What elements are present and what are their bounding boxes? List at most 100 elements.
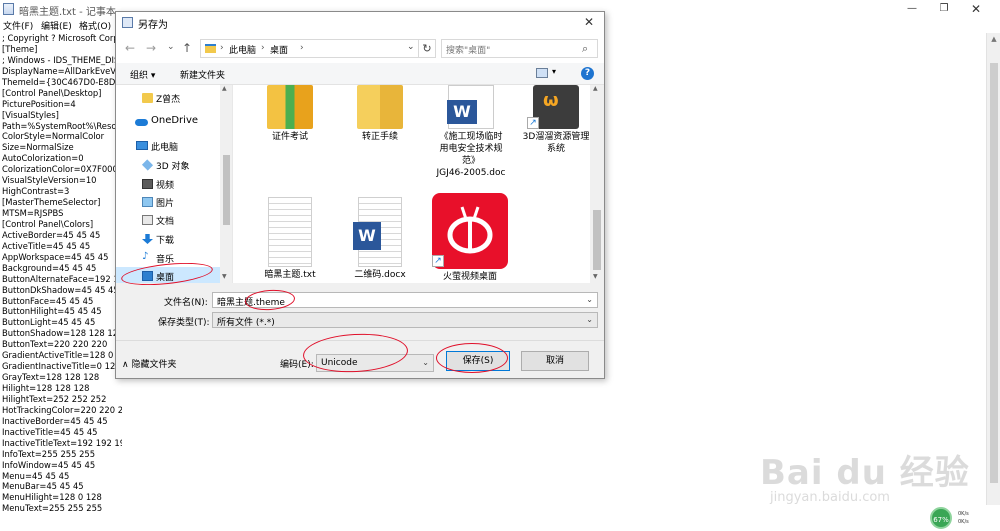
files-scroll-down-icon[interactable]: ▼ bbox=[593, 273, 598, 280]
menu-file[interactable]: 文件(F) bbox=[3, 19, 33, 32]
text-line: [Theme] bbox=[2, 43, 38, 54]
nav-item-label: 此电脑 bbox=[151, 143, 179, 153]
text-line: ButtonText=220 220 220 bbox=[2, 339, 108, 350]
view-options-button[interactable]: ▾ bbox=[536, 67, 560, 80]
breadcrumb-desktop[interactable]: 桌面 bbox=[270, 43, 288, 56]
nav-item-label: 文档 bbox=[156, 217, 175, 227]
forward-icon[interactable]: → bbox=[146, 41, 156, 55]
nav-scroll-thumb[interactable] bbox=[223, 155, 230, 225]
breadcrumb-separator: › bbox=[300, 43, 304, 53]
text-line: Menu=45 45 45 bbox=[2, 470, 70, 481]
upload-speed: 0K/s bbox=[958, 511, 969, 517]
nav-item-pictures[interactable]: 图片 bbox=[116, 193, 223, 211]
file-item-qr-doc[interactable]: W 二维码.docx bbox=[335, 197, 425, 281]
file-list[interactable]: 证件考试 转正手续 W 《施工现场临时 用电安全技术规 范》 JGJ46-200… bbox=[233, 85, 590, 283]
word-document-icon: W bbox=[447, 85, 494, 129]
scroll-up-icon[interactable]: ▲ bbox=[987, 33, 1000, 45]
folder-icon bbox=[205, 44, 216, 53]
network-speed-widget[interactable]: 67% 0K/s 0K/s bbox=[928, 505, 1000, 531]
files-scroll-up-icon[interactable]: ▲ bbox=[593, 85, 598, 92]
nav-item-this-pc[interactable]: 此电脑 bbox=[116, 137, 223, 155]
search-placeholder: 搜索"桌面" bbox=[446, 46, 491, 56]
file-name: 二维码.docx bbox=[354, 270, 406, 280]
text-line: ActiveTitle=45 45 45 bbox=[2, 240, 91, 251]
text-line: Hilight=128 128 128 bbox=[2, 383, 90, 393]
nav-item-downloads[interactable]: 下载 bbox=[116, 230, 223, 248]
text-line: GradientInactiveTitle=0 128 0 bbox=[2, 361, 122, 372]
notepad-text-area[interactable]: ; Copyright ? Microsoft Corp [Theme]; Win… bbox=[2, 33, 122, 523]
file-item-3d-app[interactable]: ω ↗ 3D溜溜资源管理 系统 bbox=[516, 85, 590, 155]
breadcrumb-this-pc[interactable]: 此电脑 bbox=[229, 43, 256, 56]
file-item-txt[interactable]: 暗黑主题.txt bbox=[245, 197, 335, 281]
text-line: DisplayName=AllDarkEveV2 bbox=[2, 65, 122, 76]
cancel-button[interactable]: 取消 bbox=[521, 351, 589, 371]
file-name-line: 系统 bbox=[546, 144, 565, 154]
file-name-line: 范》 bbox=[461, 156, 480, 166]
firefly-app-icon: ↗ bbox=[432, 193, 508, 269]
file-name: 转正手续 bbox=[361, 132, 398, 142]
hide-folders-toggle[interactable]: ∧ 隐藏文件夹 bbox=[122, 357, 176, 370]
back-icon[interactable]: ← bbox=[125, 41, 135, 55]
text-line: GrayText=128 128 128 bbox=[2, 372, 100, 383]
file-item-firefly[interactable]: ↗ 火萤视频桌面 bbox=[425, 193, 515, 283]
close-icon[interactable]: ✕ bbox=[962, 0, 990, 18]
nav-item-onedrive[interactable]: OneDrive bbox=[116, 113, 223, 131]
search-icon[interactable]: ⌕ bbox=[582, 42, 588, 56]
filetype-dropdown-icon[interactable]: ⌄ bbox=[586, 315, 593, 324]
file-list-scrollbar[interactable]: ▲ ▼ bbox=[590, 85, 604, 283]
organize-button[interactable]: 组织 ▾ bbox=[130, 68, 155, 81]
app-3d-icon: ω ↗ bbox=[527, 85, 579, 129]
text-line: InactiveTitleText=192 192 192 bbox=[2, 437, 122, 448]
scroll-thumb[interactable] bbox=[990, 63, 998, 483]
folder-icon bbox=[267, 85, 313, 129]
save-as-dialog: 另存为 ✕ ← → ⌄ ↑ › 此电脑 › 桌面 › ⌄ ↻ 搜索"桌面" ⌕ … bbox=[115, 11, 605, 379]
watermark-url: jingyan.baidu.com bbox=[770, 490, 890, 505]
search-input[interactable]: 搜索"桌面" ⌕ bbox=[441, 39, 598, 58]
text-line: AutoColorization=0 bbox=[2, 153, 84, 164]
file-item-folder-exam[interactable]: 证件考试 bbox=[245, 85, 335, 143]
refresh-icon[interactable]: ↻ bbox=[418, 39, 436, 58]
breadcrumb-separator: › bbox=[261, 43, 265, 53]
file-item-doc-spec[interactable]: W 《施工现场临时 用电安全技术规 范》 JGJ46-2005.doc bbox=[421, 85, 521, 179]
up-icon[interactable]: ↑ bbox=[182, 41, 192, 55]
nav-item-documents[interactable]: 文档 bbox=[116, 211, 223, 229]
nav-item-label: 图片 bbox=[156, 199, 175, 209]
address-dropdown-icon[interactable]: ⌄ bbox=[407, 42, 415, 52]
menu-edit[interactable]: 编辑(E) bbox=[41, 19, 72, 32]
text-line: InfoWindow=45 45 45 bbox=[2, 459, 96, 470]
nav-item-videos[interactable]: 视频 bbox=[116, 175, 223, 193]
nav-item-3d[interactable]: 3D 对象 bbox=[116, 156, 223, 174]
documents-icon bbox=[142, 215, 153, 225]
filetype-value: 所有文件 (*.*) bbox=[217, 318, 275, 328]
filetype-select[interactable]: 所有文件 (*.*) ⌄ bbox=[212, 312, 598, 328]
minimize-icon[interactable]: — bbox=[898, 0, 926, 18]
files-scroll-thumb[interactable] bbox=[593, 210, 601, 270]
cloud-icon bbox=[135, 119, 148, 126]
menu-format[interactable]: 格式(O) bbox=[79, 19, 111, 32]
nav-scrollbar[interactable]: ▲ ▼ bbox=[220, 85, 232, 283]
file-item-folder-regular[interactable]: 转正手续 bbox=[335, 85, 425, 143]
recent-dropdown-icon[interactable]: ⌄ bbox=[167, 42, 175, 52]
text-line: InactiveTitle=45 45 45 bbox=[2, 426, 98, 437]
video-icon bbox=[142, 179, 153, 189]
help-icon[interactable]: ? bbox=[581, 67, 594, 80]
breadcrumb-separator: › bbox=[220, 43, 224, 53]
nav-scroll-down-icon[interactable]: ▼ bbox=[222, 273, 227, 280]
text-line: [Control Panel\Colors] bbox=[2, 218, 94, 229]
text-line: MenuHilight=128 0 128 bbox=[2, 492, 102, 503]
address-bar[interactable]: › 此电脑 › 桌面 › ⌄ bbox=[200, 39, 436, 58]
nav-item-user[interactable]: Z曾杰 bbox=[116, 89, 223, 107]
nav-scroll-up-icon[interactable]: ▲ bbox=[222, 85, 227, 92]
maximize-icon[interactable]: ❐ bbox=[930, 0, 958, 18]
new-folder-button[interactable]: 新建文件夹 bbox=[180, 68, 225, 81]
text-line: VisualStyleVersion=10 bbox=[2, 175, 97, 186]
filename-label: 文件名(N): bbox=[164, 298, 208, 308]
notepad-scrollbar[interactable]: ▲ ▼ bbox=[986, 33, 1000, 523]
navigation-pane[interactable]: Z曾杰 OneDrive 此电脑 3D 对象 视频 图片 文档 下载 ♪ 音乐 … bbox=[116, 85, 233, 283]
dialog-close-icon[interactable]: ✕ bbox=[578, 14, 600, 31]
word-document-icon: W bbox=[353, 197, 402, 267]
encoding-dropdown-icon[interactable]: ⌄ bbox=[422, 358, 429, 367]
notepad-icon bbox=[3, 3, 14, 15]
notepad-small-icon bbox=[122, 17, 133, 28]
filename-dropdown-icon[interactable]: ⌄ bbox=[586, 295, 593, 304]
